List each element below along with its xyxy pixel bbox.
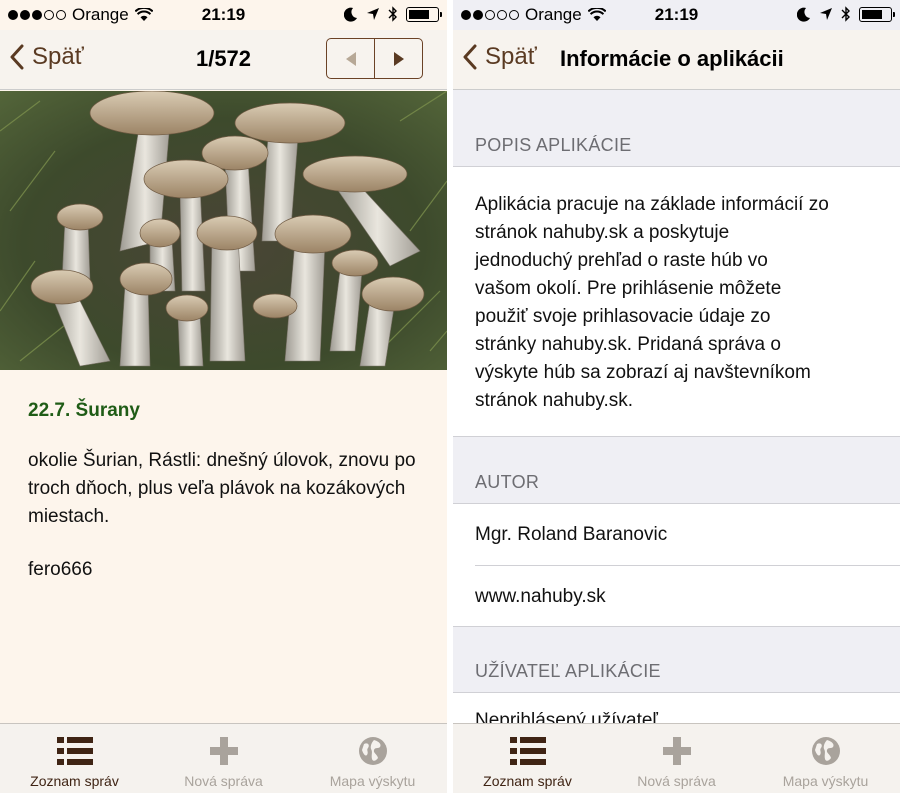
tab-new-message[interactable]: Nová správa xyxy=(602,724,751,793)
section-header-author: AUTOR xyxy=(475,472,540,492)
tab-new-message-label: Nová správa xyxy=(184,773,263,789)
battery-icon xyxy=(859,6,895,22)
description-line: stránky nahuby.sk. Pridaná správa o xyxy=(475,334,781,355)
location-arrow-icon xyxy=(820,8,832,20)
mushrooms-photo xyxy=(0,91,447,370)
author-website-link[interactable]: www.nahuby.sk xyxy=(475,586,900,608)
description-line: vašom okolí. Pre prihlásenie môžete xyxy=(475,278,782,299)
page-title: Informácie o aplikácii xyxy=(560,46,784,71)
status-bar: Orange 21:19 xyxy=(453,0,900,30)
back-button-label: Späť xyxy=(32,43,84,70)
tab-message-list-label: Zoznam správ xyxy=(30,773,119,789)
bluetooth-icon xyxy=(388,6,397,22)
back-button[interactable]: Späť xyxy=(10,43,84,71)
tab-new-message[interactable]: Nová správa xyxy=(149,724,298,793)
tab-new-message-label: Nová správa xyxy=(637,773,716,789)
globe-icon xyxy=(811,737,840,765)
tab-occurrence-map-label: Mapa výskytu xyxy=(782,773,869,789)
chevron-left-icon xyxy=(463,44,477,70)
status-bar: Orange 21:19 xyxy=(0,0,447,30)
bluetooth-icon xyxy=(841,6,850,22)
globe-icon xyxy=(358,737,387,765)
location-arrow-icon xyxy=(367,8,379,20)
author-name: Mgr. Roland Baranovic xyxy=(475,524,668,545)
message-detail: 22.7. Šurany okolie Šurian, Rástli: dneš… xyxy=(28,400,423,581)
app-description: Aplikácia pracuje na základe informácií … xyxy=(453,167,900,415)
cell-separator xyxy=(475,565,900,566)
plus-icon xyxy=(662,737,691,765)
tab-bar: Zoznam správ Nová správa Mapa výskytu xyxy=(0,723,447,793)
navigation-bar: Späť 1/572 xyxy=(0,30,447,90)
tab-message-list[interactable]: Zoznam správ xyxy=(453,724,602,793)
next-message-button[interactable] xyxy=(374,39,422,78)
status-icons xyxy=(797,6,895,22)
description-line: stránok nahuby.sk a poskytuje xyxy=(475,222,730,243)
description-line: Aplikácia pracuje na základe informácií … xyxy=(475,194,829,215)
tab-occurrence-map[interactable]: Mapa výskytu xyxy=(751,724,900,793)
navigation-bar: Späť Informácie o aplikácii xyxy=(453,30,900,90)
description-group: Aplikácia pracuje na základe informácií … xyxy=(453,166,900,437)
description-line: jednoduchý prehľad o raste húb vo xyxy=(475,250,768,271)
back-button[interactable]: Späť xyxy=(463,43,537,71)
message-detail-screen: Orange 21:19 Späť 1/572 22.7. Šurany oko… xyxy=(0,0,447,793)
tab-occurrence-map-label: Mapa výskytu xyxy=(329,773,416,789)
moon-icon xyxy=(797,7,810,22)
battery-icon xyxy=(406,6,442,22)
back-button-label: Späť xyxy=(485,43,537,70)
chevron-left-icon xyxy=(10,44,24,70)
moon-icon xyxy=(344,7,357,22)
description-line: stránok nahuby.sk. xyxy=(475,390,634,411)
triangle-right-icon xyxy=(393,51,404,66)
plus-icon xyxy=(209,737,238,765)
status-icons xyxy=(344,6,442,22)
app-info-screen: Orange 21:19 Späť Informácie o aplikácii… xyxy=(453,0,900,793)
tab-message-list[interactable]: Zoznam správ xyxy=(0,724,149,793)
section-header-user: UŽÍVATEĽ APLIKÁCIE xyxy=(475,661,661,681)
tab-occurrence-map[interactable]: Mapa výskytu xyxy=(298,724,447,793)
description-line: použiť svoje prihlasovacie údaje zo xyxy=(475,306,771,327)
message-heading: 22.7. Šurany xyxy=(28,400,140,421)
previous-message-button[interactable] xyxy=(327,39,374,78)
list-icon xyxy=(56,737,93,765)
tab-message-list-label: Zoznam správ xyxy=(483,773,572,789)
section-header-description: POPIS APLIKÁCIE xyxy=(475,135,632,155)
list-icon xyxy=(509,737,546,765)
message-text: okolie Šurian, Rástli: dnešný úlovok, zn… xyxy=(28,450,416,527)
description-line: výskyte húb sa zobrazí aj navštevníkom xyxy=(475,362,811,383)
author-group: Mgr. Roland Baranovic www.nahuby.sk xyxy=(453,503,900,627)
triangle-left-icon xyxy=(345,51,356,66)
tab-bar: Zoznam správ Nová správa Mapa výskytu xyxy=(453,723,900,793)
message-stepper xyxy=(326,38,423,79)
message-author: fero666 xyxy=(28,559,93,580)
